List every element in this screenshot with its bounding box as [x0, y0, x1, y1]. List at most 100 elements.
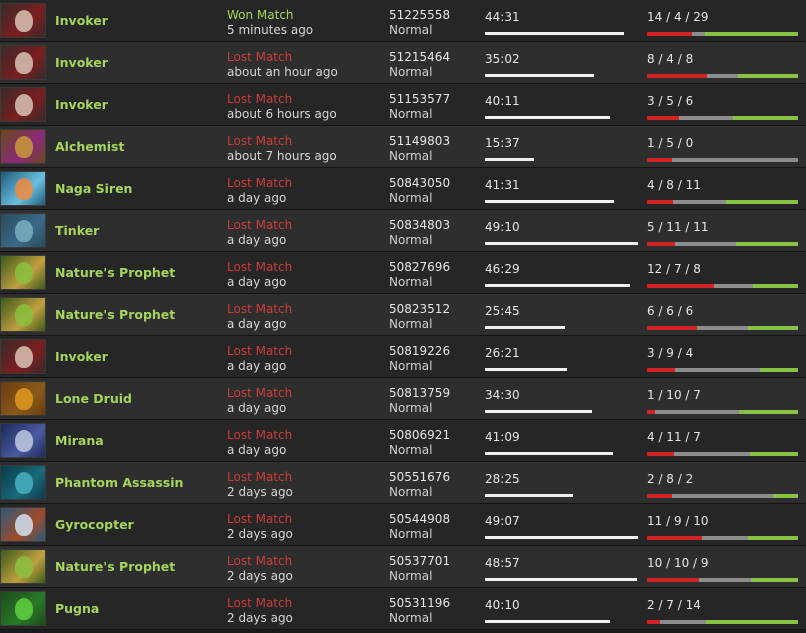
hero-name-link[interactable]: Nature's Prophet	[55, 307, 175, 322]
match-row[interactable]: Alchemist Lost Match about 7 hours ago 5…	[0, 126, 806, 168]
invoker-portrait-icon[interactable]	[0, 45, 46, 80]
natures-prophet-portrait-icon[interactable]	[0, 549, 46, 584]
invoker-portrait-icon[interactable]	[0, 87, 46, 122]
match-time-ago: a day ago	[227, 359, 287, 373]
match-row[interactable]: Invoker Lost Match about an hour ago 512…	[0, 42, 806, 84]
invoker-portrait-icon[interactable]	[0, 3, 46, 38]
match-id[interactable]: 50544908	[389, 512, 450, 526]
hero-name-link[interactable]: Nature's Prophet	[55, 559, 175, 574]
game-mode: Normal	[389, 527, 433, 541]
game-mode: Normal	[389, 359, 433, 373]
match-id[interactable]: 50813759	[389, 386, 450, 400]
hero-name-link[interactable]: Invoker	[55, 13, 108, 28]
hero-name-link[interactable]: Invoker	[55, 97, 108, 112]
kda-bar	[647, 368, 798, 372]
kills-bar-segment	[647, 116, 680, 120]
kda-bar	[647, 284, 798, 288]
alchemist-portrait-icon[interactable]	[0, 129, 46, 164]
match-result[interactable]: Lost Match	[227, 470, 292, 484]
match-result[interactable]: Lost Match	[227, 176, 292, 190]
assists-bar-segment	[725, 200, 798, 204]
match-result[interactable]: Lost Match	[227, 134, 292, 148]
hero-name-link[interactable]: Invoker	[55, 55, 108, 70]
match-row[interactable]: Invoker Won Match 5 minutes ago 51225558…	[0, 0, 806, 42]
match-result[interactable]: Lost Match	[227, 302, 292, 316]
match-id[interactable]: 51225558	[389, 8, 450, 22]
deaths-bar-segment	[699, 578, 752, 582]
hero-name-link[interactable]: Pugna	[55, 601, 99, 616]
match-result[interactable]: Lost Match	[227, 554, 292, 568]
match-row[interactable]: Gyrocopter Lost Match 2 days ago 5054490…	[0, 504, 806, 546]
kda-bar	[647, 452, 798, 456]
match-result[interactable]: Lost Match	[227, 386, 292, 400]
match-id[interactable]: 50834803	[389, 218, 450, 232]
match-duration: 34:30	[485, 388, 520, 402]
match-row[interactable]: Invoker Lost Match about 6 hours ago 511…	[0, 84, 806, 126]
match-row[interactable]: Nature's Prophet Lost Match a day ago 50…	[0, 294, 806, 336]
match-id[interactable]: 51149803	[389, 134, 450, 148]
kda-text: 10 / 10 / 9	[647, 556, 709, 570]
match-row[interactable]: Pugna Lost Match 2 days ago 50531196 Nor…	[0, 588, 806, 630]
match-result[interactable]: Lost Match	[227, 260, 292, 274]
match-result[interactable]: Won Match	[227, 8, 294, 22]
natures-prophet-portrait-icon[interactable]	[0, 297, 46, 332]
match-row[interactable]: Nature's Prophet Lost Match 2 days ago 5…	[0, 546, 806, 588]
match-result[interactable]: Lost Match	[227, 50, 292, 64]
duration-bar	[485, 32, 624, 35]
hero-name-link[interactable]: Alchemist	[55, 139, 124, 154]
naga-siren-portrait-icon[interactable]	[0, 171, 46, 206]
match-result[interactable]: Lost Match	[227, 344, 292, 358]
match-id[interactable]: 51215464	[389, 50, 450, 64]
pugna-portrait-icon[interactable]	[0, 591, 46, 626]
match-row[interactable]: Tinker Lost Match a day ago 50834803 Nor…	[0, 210, 806, 252]
match-id[interactable]: 50806921	[389, 428, 450, 442]
deaths-bar-segment	[655, 410, 740, 414]
hero-name-link[interactable]: Mirana	[55, 433, 104, 448]
tinker-portrait-icon[interactable]	[0, 213, 46, 248]
hero-name-link[interactable]: Naga Siren	[55, 181, 132, 196]
hero-name-link[interactable]: Invoker	[55, 349, 108, 364]
hero-name-link[interactable]: Lone Druid	[55, 391, 132, 406]
match-row[interactable]: Phantom Assassin Lost Match 2 days ago 5…	[0, 462, 806, 504]
lone-druid-portrait-icon[interactable]	[0, 381, 46, 416]
phantom-assassin-portrait-icon[interactable]	[0, 465, 46, 500]
match-id[interactable]: 50531196	[389, 596, 450, 610]
hero-name-link[interactable]: Tinker	[55, 223, 99, 238]
duration-bar	[485, 494, 573, 497]
match-duration: 48:57	[485, 556, 520, 570]
match-id[interactable]: 51153577	[389, 92, 450, 106]
match-id[interactable]: 50823512	[389, 302, 450, 316]
duration-bar	[485, 536, 638, 539]
match-result[interactable]: Lost Match	[227, 512, 292, 526]
match-id[interactable]: 50843050	[389, 176, 450, 190]
match-result[interactable]: Lost Match	[227, 92, 292, 106]
match-result[interactable]: Lost Match	[227, 218, 292, 232]
match-row[interactable]: Invoker Lost Match a day ago 50819226 No…	[0, 336, 806, 378]
deaths-bar-segment	[674, 452, 750, 456]
invoker-portrait-icon[interactable]	[0, 339, 46, 374]
kda-text: 14 / 4 / 29	[647, 10, 709, 24]
match-row[interactable]: Nature's Prophet Lost Match a day ago 50…	[0, 252, 806, 294]
deaths-bar-segment	[672, 158, 798, 162]
match-id[interactable]: 50827696	[389, 260, 450, 274]
kda-text: 1 / 5 / 0	[647, 136, 694, 150]
match-result[interactable]: Lost Match	[227, 428, 292, 442]
match-row[interactable]: Naga Siren Lost Match a day ago 50843050…	[0, 168, 806, 210]
match-id[interactable]: 50537701	[389, 554, 450, 568]
match-time-ago: about 7 hours ago	[227, 149, 337, 163]
match-id[interactable]: 50819226	[389, 344, 450, 358]
hero-name-link[interactable]: Phantom Assassin	[55, 475, 183, 490]
hero-name-link[interactable]: Gyrocopter	[55, 517, 134, 532]
mirana-portrait-icon[interactable]	[0, 423, 46, 458]
kda-text: 2 / 7 / 14	[647, 598, 701, 612]
deaths-bar-segment	[674, 242, 737, 246]
match-result[interactable]: Lost Match	[227, 596, 292, 610]
match-id[interactable]: 50551676	[389, 470, 450, 484]
duration-bar	[485, 368, 567, 371]
match-row[interactable]: Mirana Lost Match a day ago 50806921 Nor…	[0, 420, 806, 462]
gyrocopter-portrait-icon[interactable]	[0, 507, 46, 542]
natures-prophet-portrait-icon[interactable]	[0, 255, 46, 290]
hero-name-link[interactable]: Nature's Prophet	[55, 265, 175, 280]
match-row[interactable]: Lone Druid Lost Match a day ago 50813759…	[0, 378, 806, 420]
match-duration: 15:37	[485, 136, 520, 150]
